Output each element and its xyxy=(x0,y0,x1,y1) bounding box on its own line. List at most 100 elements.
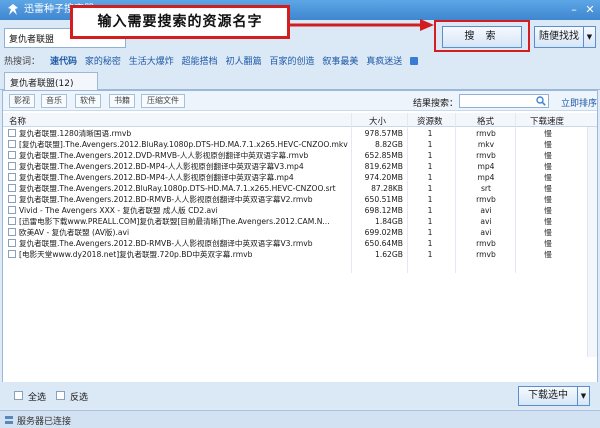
hint-arrow-icon xyxy=(288,19,434,31)
row-speed: 慢 xyxy=(544,228,552,237)
column-header-name[interactable]: 名称 xyxy=(9,115,26,127)
close-icon[interactable]: ✕ xyxy=(584,4,596,16)
row-count: 1 xyxy=(427,173,433,182)
tab-strip: 复仇者联盟(12) xyxy=(0,68,600,90)
hot-search-list: 速代码 家的秘密 生活大爆炸 超能搭档 初人翻篇 百家的创造 叙事最美 真疯迷送 xyxy=(50,54,419,67)
download-selected-button[interactable]: 下载选中 xyxy=(518,386,578,406)
table-row[interactable]: 复仇者联盟.The.Avengers.2012.DVD-RMVB-人人影视原创翻… xyxy=(3,150,597,161)
sort-link[interactable]: 立即排序 xyxy=(561,96,597,109)
row-checkbox[interactable] xyxy=(8,228,16,236)
table-row[interactable]: 复仇者联盟.1280清晰国语.rmvb 978.57MB 1 rmvb 慢 xyxy=(3,128,597,139)
hot-search-item[interactable]: 超能搭档 xyxy=(182,57,218,67)
hot-search-item[interactable]: 速代码 xyxy=(50,57,77,67)
column-header-format[interactable]: 格式 xyxy=(477,115,494,127)
refresh-icon[interactable] xyxy=(410,57,419,65)
row-name: [电影天堂www.dy2018.net]复仇者联盟.720p.BD中英双字幕.r… xyxy=(19,250,253,259)
filter-video-button[interactable]: 影视 xyxy=(9,94,35,108)
row-count: 1 xyxy=(427,206,433,215)
row-checkbox[interactable] xyxy=(8,184,16,192)
row-size: 87.28KB xyxy=(371,184,403,193)
row-count: 1 xyxy=(427,162,433,171)
row-speed: 慢 xyxy=(544,184,552,193)
hot-search-item[interactable]: 叙事最美 xyxy=(322,57,358,67)
row-checkbox[interactable] xyxy=(8,250,16,258)
row-format: avi xyxy=(480,228,492,237)
chevron-down-icon[interactable]: ▼ xyxy=(584,26,596,48)
vertical-scrollbar[interactable] xyxy=(587,127,597,357)
hot-search-row: 热搜词： 速代码 家的秘密 生活大爆炸 超能搭档 初人翻篇 百家的创造 叙事最美… xyxy=(0,52,600,68)
row-count: 1 xyxy=(427,184,433,193)
row-speed: 慢 xyxy=(544,250,552,259)
row-size: 699.02MB xyxy=(364,228,403,237)
filter-archive-button[interactable]: 压缩文件 xyxy=(141,94,185,108)
row-name: 复仇者联盟.The.Avengers.2012.BluRay.1080p.DTS… xyxy=(19,184,336,193)
row-checkbox[interactable] xyxy=(8,206,16,214)
row-name: 欧美AV - 复仇者联盟 (AV版).avi xyxy=(19,228,130,237)
row-checkbox[interactable] xyxy=(8,217,16,225)
row-checkbox[interactable] xyxy=(8,129,16,137)
filter-music-button[interactable]: 音乐 xyxy=(41,94,67,108)
row-checkbox[interactable] xyxy=(8,239,16,247)
hot-search-item[interactable]: 初人翻篇 xyxy=(226,57,262,67)
select-all-label[interactable]: 全选 xyxy=(28,390,46,403)
tab-search-result[interactable]: 复仇者联盟(12) xyxy=(4,72,98,90)
table-row[interactable]: [迅雷电影下载www.PREALL.COM]复仇者联盟[目前最清晰]The.Av… xyxy=(3,216,597,227)
row-format: mp4 xyxy=(477,162,495,171)
hot-search-item[interactable]: 真疯迷送 xyxy=(366,57,402,67)
minimize-icon[interactable]: – xyxy=(568,4,580,16)
hot-search-item[interactable]: 家的秘密 xyxy=(85,57,121,67)
table-row[interactable]: 复仇者联盟.The.Avengers.2012.BD-RMVB-人人影视原创翻译… xyxy=(3,194,597,205)
row-checkbox[interactable] xyxy=(8,140,16,148)
filter-books-button[interactable]: 书籍 xyxy=(109,94,135,108)
row-name: 复仇者联盟.The.Avengers.2012.BD-RMVB-人人影视原创翻译… xyxy=(19,195,313,204)
filter-software-button[interactable]: 软件 xyxy=(75,94,101,108)
column-header-count[interactable]: 资源数 xyxy=(417,115,443,127)
chevron-down-icon[interactable]: ▼ xyxy=(578,386,590,406)
search-hint-callout: 输入需要搜索的资源名字 xyxy=(70,5,290,39)
results-panel: 影视 音乐 软件 书籍 压缩文件 结果搜索： 立即排序 名称 大小 资源数 格式… xyxy=(2,90,598,408)
row-checkbox[interactable] xyxy=(8,151,16,159)
row-count: 1 xyxy=(427,129,433,138)
invert-selection-checkbox[interactable] xyxy=(56,391,65,400)
table-row[interactable]: [复仇者联盟].The.Avengers.2012.BluRay.1080p.D… xyxy=(3,139,597,150)
random-search-button[interactable]: 随便找找 xyxy=(534,26,584,48)
status-text: 服务器已连接 xyxy=(17,417,72,427)
row-format: mkv xyxy=(477,140,495,149)
hot-search-item[interactable]: 生活大爆炸 xyxy=(129,57,174,67)
row-size: 1.84GB xyxy=(374,217,403,226)
row-speed: 慢 xyxy=(544,129,552,138)
table-row[interactable]: [电影天堂www.dy2018.net]复仇者联盟.720p.BD中英双字幕.r… xyxy=(3,249,597,260)
row-count: 1 xyxy=(427,250,433,259)
search-icon[interactable] xyxy=(536,96,546,106)
column-header-size[interactable]: 大小 xyxy=(369,115,386,127)
row-count: 1 xyxy=(427,228,433,237)
row-format: avi xyxy=(480,217,492,226)
hot-search-item[interactable]: 百家的创造 xyxy=(269,57,314,67)
table-row[interactable]: Vivid - The Avengers XXX - 复仇者联盟 成人版 CD2… xyxy=(3,205,597,216)
table-row[interactable]: 复仇者联盟.The.Avengers.2012.BD-RMVB-人人影视原创翻译… xyxy=(3,238,597,249)
column-header-speed[interactable]: 下载速度 xyxy=(530,115,564,127)
row-speed: 慢 xyxy=(544,239,552,248)
row-checkbox[interactable] xyxy=(8,195,16,203)
row-speed: 慢 xyxy=(544,217,552,226)
table-row[interactable]: 欧美AV - 复仇者联盟 (AV版).avi 699.02MB 1 avi 慢 xyxy=(3,227,597,238)
row-checkbox[interactable] xyxy=(8,162,16,170)
row-speed: 慢 xyxy=(544,206,552,215)
row-speed: 慢 xyxy=(544,195,552,204)
result-search-label: 结果搜索： xyxy=(413,99,459,109)
table-row[interactable]: 复仇者联盟.The.Avengers.2012.BD-MP4-人人影视原创翻译中… xyxy=(3,172,597,183)
row-format: rmvb xyxy=(476,250,496,259)
search-button[interactable]: 搜 索 xyxy=(442,26,522,48)
hot-search-label: 热搜词： xyxy=(4,57,41,67)
table-row[interactable]: 复仇者联盟.The.Avengers.2012.BD-MP4-人人影视原创翻译中… xyxy=(3,161,597,172)
row-count: 1 xyxy=(427,195,433,204)
invert-selection-label[interactable]: 反选 xyxy=(70,390,88,403)
table-row[interactable]: 复仇者联盟.The.Avengers.2012.BluRay.1080p.DTS… xyxy=(3,183,597,194)
row-format: srt xyxy=(480,184,492,193)
row-size: 819.62MB xyxy=(364,162,403,171)
select-all-checkbox[interactable] xyxy=(14,391,23,400)
row-count: 1 xyxy=(427,140,433,149)
row-checkbox[interactable] xyxy=(8,173,16,181)
row-name: [迅雷电影下载www.PREALL.COM]复仇者联盟[目前最清晰]The.Av… xyxy=(19,217,330,226)
row-count: 1 xyxy=(427,151,433,160)
